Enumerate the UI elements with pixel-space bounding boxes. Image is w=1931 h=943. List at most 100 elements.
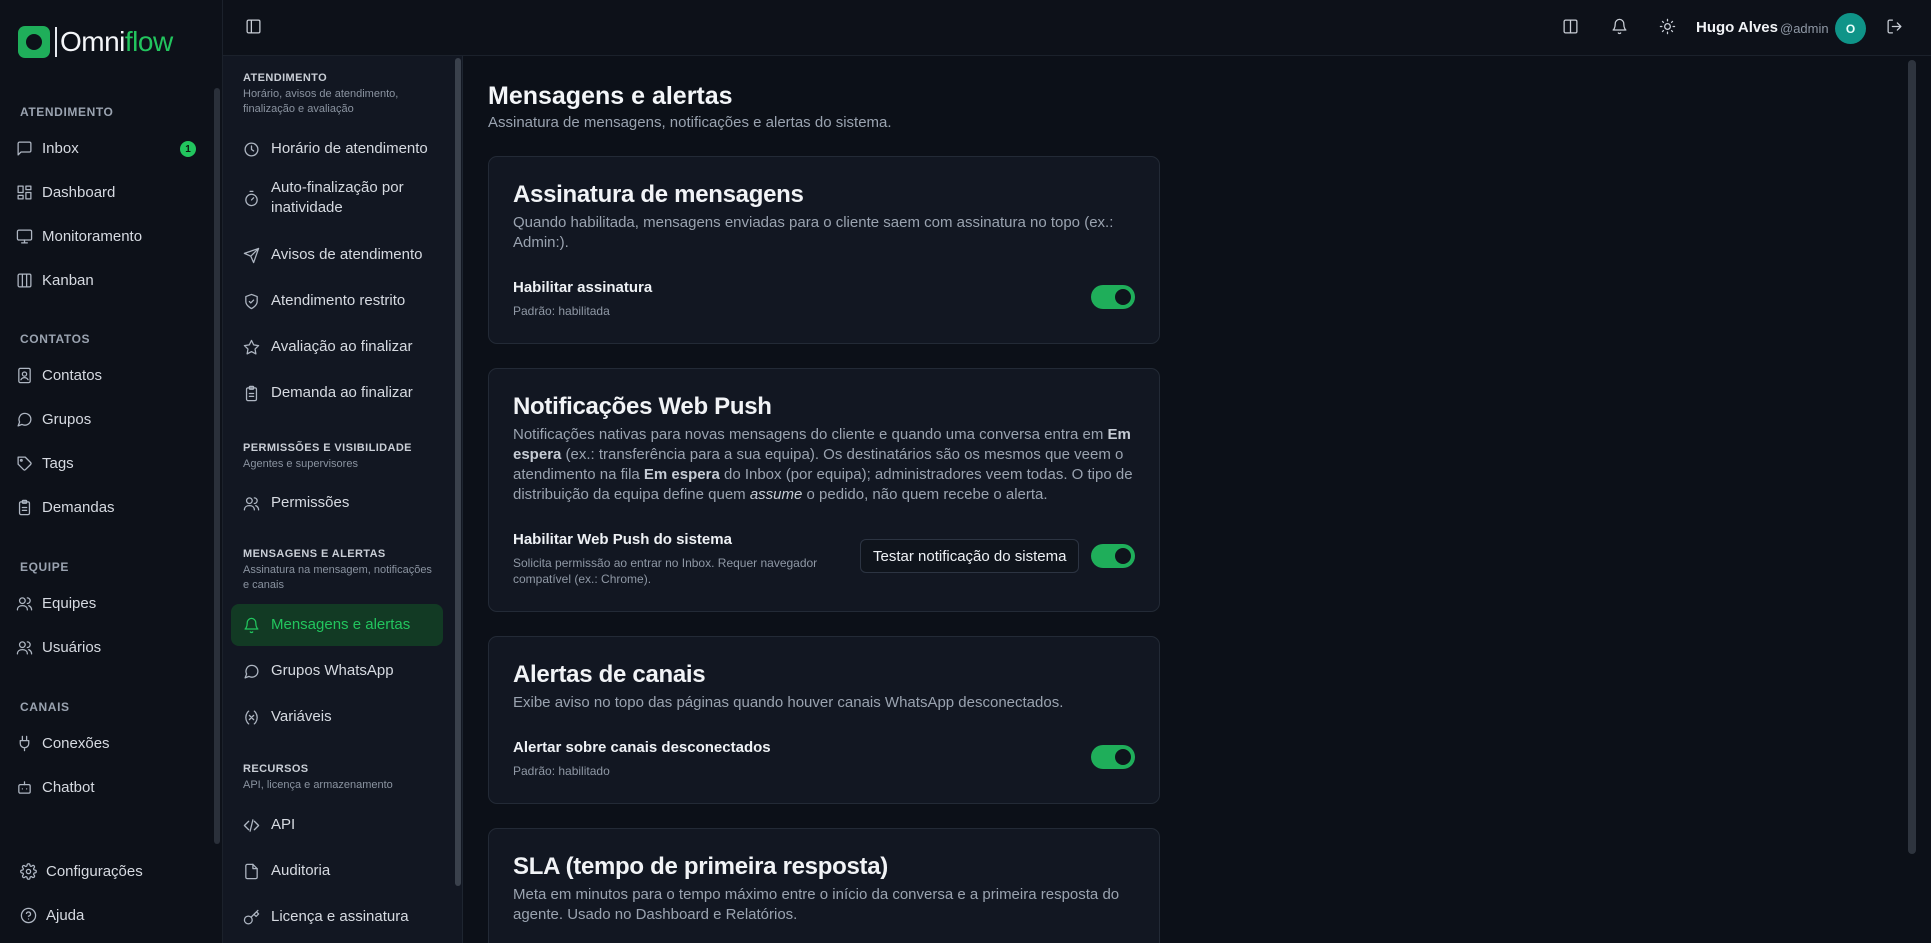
sidebar-item-dashboard[interactable]: Dashboard <box>16 178 196 206</box>
sidebar-item-equipes[interactable]: Equipes <box>16 589 196 617</box>
card-alertas-canais: Alertas de canais Exibe aviso no topo da… <box>488 636 1160 804</box>
section-atendimento: ATENDIMENTO <box>20 105 114 119</box>
card-description: Notificações nativas para novas mensagen… <box>513 426 1133 503</box>
subnav-item-label: Grupos WhatsApp <box>271 662 394 679</box>
setting-hint: Solicita permissão ao entrar no Inbox. R… <box>513 556 818 586</box>
sidebar-item-grupos[interactable]: Grupos <box>16 405 196 433</box>
assinatura-toggle[interactable] <box>1091 285 1135 309</box>
group-description: API, licença e armazenamento <box>243 779 393 791</box>
group-description: Assinatura na mensagem, notificações e c… <box>243 564 432 591</box>
shield-check-icon <box>245 293 258 309</box>
subnav-group-permissoes: PERMISSÕES E VISIBILIDADE Agentes e supe… <box>243 442 433 472</box>
layout-columns-button[interactable] <box>1562 18 1582 38</box>
subnav-item-avisos[interactable]: Avisos de atendimento <box>231 234 443 276</box>
subnav-item-api[interactable]: API <box>231 804 443 846</box>
card-description: Exibe aviso no topo das páginas quando h… <box>513 694 1064 711</box>
theme-toggle-button[interactable] <box>1659 18 1679 38</box>
settings-subnav: ATENDIMENTO Horário, avisos de atendimen… <box>223 56 463 943</box>
bell-icon <box>244 617 259 633</box>
subnav-item-label: Mensagens e alertas <box>271 616 411 633</box>
users-icon <box>243 496 260 511</box>
sidebar-item-label: Monitoramento <box>42 227 143 245</box>
sidebar-item-label: Configurações <box>46 862 143 880</box>
subnav-item-horario[interactable]: Horário de atendimento <box>231 128 443 170</box>
log-out-icon <box>1887 19 1902 34</box>
subnav-group-recursos: RECURSOS API, licença e armazenamento <box>243 763 433 793</box>
webpush-toggle[interactable] <box>1091 544 1135 568</box>
avatar[interactable]: O <box>1835 13 1866 44</box>
brand-name-part1: Omni <box>60 26 125 57</box>
subnav-item-permissoes[interactable]: Permissões <box>231 482 443 524</box>
subnav-item-auto-finalizacao[interactable]: Auto-finalização por inatividade <box>231 174 443 222</box>
tag-icon <box>17 455 32 471</box>
test-notification-button[interactable]: Testar notificação do sistema <box>860 539 1080 573</box>
send-icon <box>243 247 260 263</box>
kanban-columns-icon <box>17 272 32 288</box>
toggle-sidebar-button[interactable] <box>245 18 265 38</box>
message-circle-icon <box>17 412 32 427</box>
subnav-scrollbar[interactable] <box>455 58 461 886</box>
subnav-item-label: Auto-finalização por inatividade <box>271 179 404 216</box>
variable-icon <box>245 709 258 725</box>
setting-hint: Padrão: habilitada <box>513 304 610 318</box>
timer-icon <box>245 190 258 206</box>
sidebar-item-usuarios[interactable]: Usuários <box>16 633 196 661</box>
sidebar-item-configuracoes[interactable]: Configurações <box>20 857 200 885</box>
sidebar-scrollbar[interactable] <box>214 88 220 844</box>
setting-label: Habilitar assinatura <box>513 279 653 296</box>
sidebar-item-label: Usuários <box>42 638 102 656</box>
sidebar-item-contatos[interactable]: Contatos <box>16 361 196 389</box>
subnav-item-auditoria[interactable]: Auditoria <box>231 850 443 892</box>
clipboard-icon <box>245 385 258 401</box>
sidebar-item-label: Demandas <box>42 498 115 516</box>
sidebar-item-ajuda[interactable]: Ajuda <box>20 901 200 929</box>
subnav-item-licenca[interactable]: Licença e assinatura <box>231 896 443 938</box>
subnav-item-label: Variáveis <box>271 708 332 725</box>
subnav-item-grupos-whatsapp[interactable]: Grupos WhatsApp <box>231 650 443 692</box>
sidebar-item-demandas[interactable]: Demandas <box>16 493 196 521</box>
setting-hint: Padrão: habilitado <box>513 764 610 778</box>
columns-icon <box>1563 19 1578 34</box>
subnav-item-variaveis[interactable]: Variáveis <box>231 696 443 738</box>
group-title: ATENDIMENTO <box>243 72 328 84</box>
subnav-item-label: Demanda ao finalizar <box>271 384 413 401</box>
help-circle-icon <box>20 907 37 923</box>
group-title: RECURSOS <box>243 763 309 775</box>
notifications-button[interactable] <box>1611 18 1631 38</box>
contact-book-icon <box>18 367 31 383</box>
key-icon <box>243 909 260 925</box>
subnav-item-mensagens[interactable]: Mensagens e alertas <box>231 604 443 646</box>
sidebar-item-monitoramento[interactable]: Monitoramento <box>16 222 196 250</box>
canais-toggle[interactable] <box>1091 745 1135 769</box>
subnav-item-label: Permissões <box>271 494 350 511</box>
group-description: Agentes e supervisores <box>243 458 358 470</box>
group-title: PERMISSÕES E VISIBILIDADE <box>243 442 412 454</box>
message-square-icon <box>17 140 32 156</box>
section-canais: CANAIS <box>20 700 70 714</box>
logout-button[interactable] <box>1886 18 1906 38</box>
subnav-item-label: API <box>271 816 296 833</box>
sidebar-item-kanban[interactable]: Kanban <box>16 266 196 294</box>
sidebar-item-label: Grupos <box>42 410 92 428</box>
sidebar-item-chatbot[interactable]: Chatbot <box>16 773 196 801</box>
clock-icon <box>244 141 259 157</box>
card-title: Notificações Web Push <box>513 393 772 420</box>
subnav-item-avaliacao[interactable]: Avaliação ao finalizar <box>231 326 443 368</box>
sidebar-item-inbox[interactable]: Inbox 1 <box>16 134 196 162</box>
sidebar-item-label: Tags <box>42 454 74 472</box>
brand-logo[interactable]: Omniflow <box>18 26 173 58</box>
subnav-item-restrito[interactable]: Atendimento restrito <box>231 280 443 322</box>
subnav-item-label: Auditoria <box>271 862 331 879</box>
inbox-count-badge: 1 <box>180 141 196 157</box>
subnav-item-demanda[interactable]: Demanda ao finalizar <box>231 372 443 414</box>
main-scrollbar[interactable] <box>1908 60 1916 854</box>
user-name: Hugo Alves <box>1696 19 1778 36</box>
bot-icon <box>18 780 31 794</box>
card-title: SLA (tempo de primeira resposta) <box>513 853 888 880</box>
sidebar-item-tags[interactable]: Tags <box>16 449 196 477</box>
star-icon <box>243 339 260 355</box>
section-equipe: EQUIPE <box>20 560 69 574</box>
sidebar-item-conexoes[interactable]: Conexões <box>16 729 196 757</box>
clipboard-icon <box>18 499 31 515</box>
card-webpush: Notificações Web Push Notificações nativ… <box>488 368 1160 612</box>
